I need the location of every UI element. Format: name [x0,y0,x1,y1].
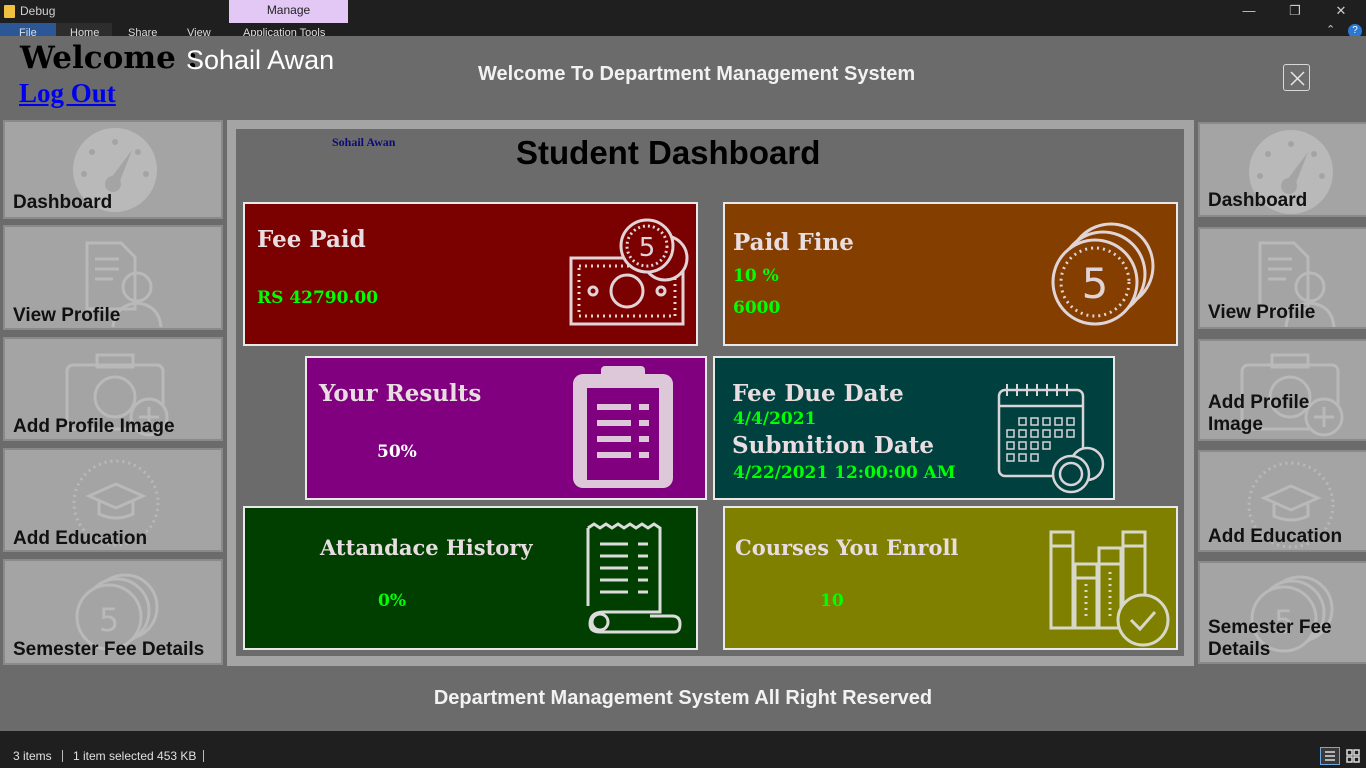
window-close-button[interactable]: ✕ [1318,0,1364,23]
status-item-count: 3 items [13,749,52,763]
books-check-icon [1049,530,1170,647]
card-paid-fine[interactable]: Paid Fine 10 % 6000 5 [723,202,1178,346]
window-title: Debug [20,4,56,18]
sidebar-right-semester-fee-label: Semester Fee Details [1208,617,1332,660]
dashboard-user-name: Sohail Awan [332,135,396,149]
large-icons-view-button[interactable] [1344,747,1362,765]
tab-view[interactable]: View [187,27,211,36]
tab-application-tools[interactable]: Application Tools [243,27,325,36]
sidebar-left-add-education[interactable]: Add Education [3,448,223,552]
card-fee-due[interactable]: Fee Due Date 4/4/2021 Submition Date 4/2… [713,356,1115,500]
card-fee-paid[interactable]: Fee Paid RS 42790.00 5 [243,202,698,346]
fee-paid-value: RS 42790.00 [257,288,379,308]
large-icons-view-icon [1346,749,1360,763]
sidebar-right-dashboard-label: Dashboard [1208,190,1308,211]
close-button[interactable] [1283,64,1310,91]
footer-text: Department Management System All Right R… [433,687,933,709]
logout-link[interactable]: Log Out [19,78,116,109]
sidebar-left-add-profile-image-label: Add Profile Image [13,416,175,437]
screen: Debug Manage — ❐ ✕ File Home Share View … [0,0,1366,768]
sidebar-left-semester-fee[interactable]: 5 Semester Fee Details [3,559,223,665]
sidebar-left-semester-fee-label: Semester Fee Details [13,639,205,660]
explorer-titlebar: Debug Manage — ❐ ✕ [0,0,1366,23]
attendance-value: 0% [378,591,406,611]
sidebar-right-add-profile-image-label: Add Profile Image [1208,392,1310,435]
fee-paid-title: Fee Paid [257,226,366,253]
sidebar-right-view-profile-label: View Profile [1208,302,1316,323]
sidebar-right-add-education[interactable]: Add Education [1198,450,1366,552]
welcome-label: Welcome : [20,40,199,76]
sidebar-right-view-profile[interactable]: View Profile [1198,227,1366,329]
sidebar-right-add-education-label: Add Education [1208,526,1343,547]
status-separator [203,750,204,762]
user-name: Sohail Awan [186,45,335,75]
results-title: Your Results [319,380,482,407]
sidebar-left-dashboard[interactable]: Dashboard [3,120,223,219]
receipt-scroll-icon [586,522,682,634]
sidebar-left-view-profile[interactable]: View Profile [3,225,223,330]
calendar-coins-icon [997,384,1105,494]
minimize-button[interactable]: — [1226,0,1272,23]
courses-value: 10 [820,591,844,611]
fee-due-title: Fee Due Date [732,380,904,407]
card-results[interactable]: Your Results 50% [305,356,707,500]
sidebar-right-dashboard[interactable]: Dashboard [1198,122,1366,217]
status-separator [62,750,63,762]
sidebar-left-view-profile-label: View Profile [13,305,121,326]
collapse-ribbon-icon[interactable]: ⌃ [1326,23,1335,36]
card-courses[interactable]: Courses You Enroll 10 [723,506,1178,650]
submission-date: 4/22/2021 12:00:00 AM [733,463,956,483]
svg-text:5: 5 [1082,259,1109,308]
card-attendance[interactable]: Attandace History 0% [243,506,698,650]
svg-text:5: 5 [639,233,656,263]
sidebar-right-semester-fee[interactable]: 5 Semester Fee Details [1198,561,1366,664]
tab-share[interactable]: Share [128,27,157,36]
sidebar-right-add-profile-image[interactable]: Add Profile Image [1198,339,1366,441]
coin-stack-icon: 5 [1051,222,1155,326]
attendance-title: Attandace History [320,535,533,560]
paid-fine-title: Paid Fine [733,229,854,256]
svg-text:5: 5 [99,601,119,639]
dashboard-title: Student Dashboard [516,134,821,171]
paid-fine-amount: 6000 [733,298,781,318]
courses-title: Courses You Enroll [735,535,959,560]
sidebar-left-dashboard-label: Dashboard [13,192,113,213]
submission-title: Submition Date [732,432,935,459]
tab-manage[interactable]: Manage [229,0,348,23]
close-icon [1290,71,1305,86]
tab-file[interactable]: File [19,27,37,36]
clipboard-icon [573,366,673,488]
folder-icon [4,5,15,18]
paid-fine-percent: 10 % [733,266,779,286]
app-title: Welcome To Department Management System [478,63,916,85]
results-value: 50% [377,442,417,462]
money-coin-icon: 5 [569,218,689,326]
fee-due-date: 4/4/2021 [733,409,817,429]
sidebar-left-add-profile-image[interactable]: Add Profile Image [3,337,223,441]
details-view-icon [1325,751,1335,761]
explorer-statusbar: 3 items 1 item selected 453 KB [0,744,1366,768]
sidebar-left-add-education-label: Add Education [13,528,148,549]
status-selection: 1 item selected 453 KB [73,749,197,763]
restore-button[interactable]: ❐ [1272,0,1318,23]
details-view-button[interactable] [1320,747,1340,765]
tab-home[interactable]: Home [70,27,99,36]
ribbon-tabs: File Home Share View Application Tools [0,23,1366,36]
